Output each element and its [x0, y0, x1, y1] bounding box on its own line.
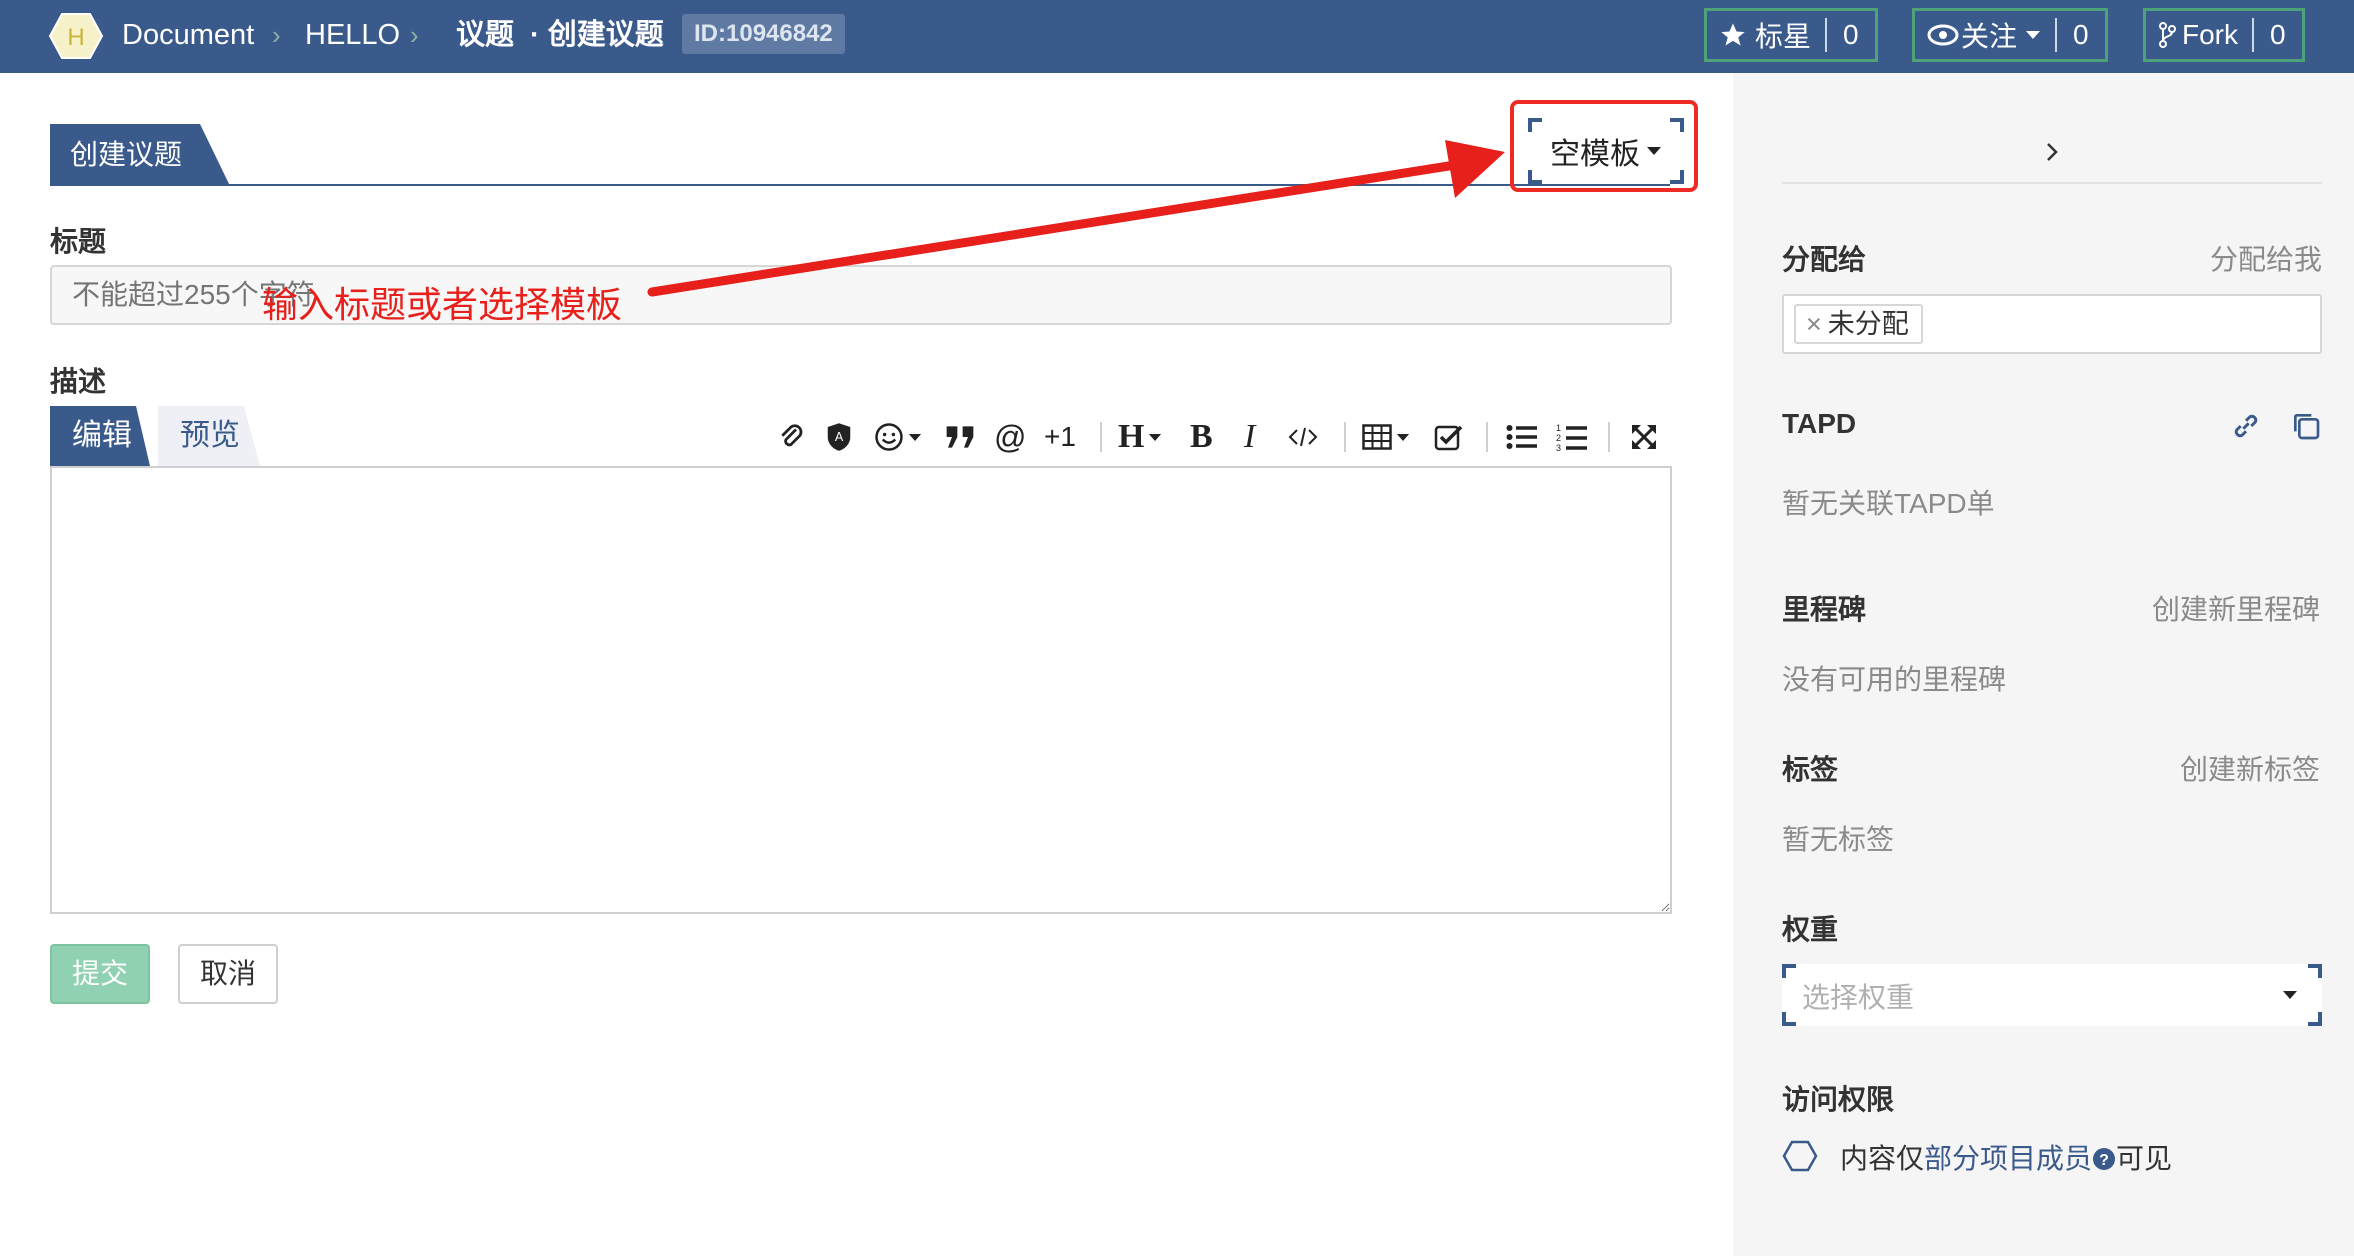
remove-tag-icon[interactable]: × [1806, 309, 1822, 339]
access-title: 访问权限 [1782, 1084, 1895, 1115]
cancel-button[interactable]: 取消 [178, 944, 278, 1004]
description-label: 描述 [50, 366, 107, 397]
create-label-link[interactable]: 创建新标签 [2180, 748, 2320, 788]
annotation-text: 输入标题或者选择模板 [262, 284, 623, 325]
mention-button[interactable]: @ [994, 416, 1026, 458]
attach-icon[interactable] [776, 416, 806, 458]
weight-placeholder: 选择权重 [1802, 982, 1915, 1013]
code-icon[interactable] [1288, 416, 1318, 458]
copy-icon[interactable] [2290, 410, 2322, 442]
emoji-icon[interactable] [874, 416, 922, 458]
fullscreen-icon[interactable] [1630, 416, 1658, 458]
table-icon[interactable] [1362, 416, 1410, 458]
help-icon[interactable]: ? [2092, 1147, 2116, 1171]
collapse-sidebar-icon[interactable] [2042, 140, 2062, 164]
labels-empty-text: 暂无标签 [1782, 824, 1895, 855]
labels-title: 标签 [1782, 754, 1839, 785]
assignee-title: 分配给 [1782, 244, 1867, 275]
assignee-tag: × 未分配 [1794, 304, 1923, 344]
toolbar-divider [1344, 422, 1346, 452]
tab-preview[interactable]: 预览 [158, 406, 260, 466]
svg-text:?: ? [2099, 1152, 2109, 1169]
submit-button[interactable]: 提交 [50, 944, 150, 1004]
heading-icon[interactable]: H [1118, 416, 1162, 458]
toolbar-divider [1608, 422, 1610, 452]
description-editor[interactable] [50, 466, 1672, 914]
numbered-list-icon[interactable]: 123 [1556, 416, 1588, 458]
shield-icon[interactable]: A [826, 416, 852, 458]
tab-edit[interactable]: 编辑 [50, 406, 150, 466]
bullet-list-icon[interactable] [1506, 416, 1538, 458]
svg-text:A: A [835, 430, 844, 444]
italic-icon[interactable]: I [1244, 416, 1255, 458]
weight-select[interactable]: 选择权重 [1782, 964, 2322, 1026]
assign-to-me-link[interactable]: 分配给我 [2210, 238, 2322, 278]
project-members-link[interactable]: 部分项目成员 [1924, 1143, 2092, 1174]
svg-text:2: 2 [1556, 433, 1561, 443]
quote-icon[interactable] [944, 416, 976, 458]
tapd-title: TAPD [1782, 408, 1857, 439]
plus-one-button[interactable]: +1 [1044, 416, 1076, 458]
milestone-title: 里程碑 [1782, 594, 1867, 625]
bold-icon[interactable]: B [1190, 416, 1213, 458]
hexagon-icon [1782, 1140, 1818, 1172]
weight-title: 权重 [1782, 914, 1839, 945]
task-checkbox-icon[interactable] [1434, 416, 1464, 458]
create-milestone-link[interactable]: 创建新里程碑 [2152, 588, 2320, 628]
tapd-empty-text: 暂无关联TAPD单 [1782, 488, 1995, 519]
svg-text:1: 1 [1556, 423, 1561, 433]
assignee-select[interactable]: × 未分配 [1782, 294, 2322, 354]
sidebar-divider [1782, 182, 2322, 184]
milestone-empty-text: 没有可用的里程碑 [1782, 664, 2007, 695]
toolbar-divider [1486, 422, 1488, 452]
svg-text:3: 3 [1556, 443, 1561, 452]
toolbar-divider [1100, 422, 1102, 452]
caret-down-icon [2283, 991, 2297, 999]
link-icon[interactable] [2230, 410, 2262, 442]
access-description: 内容仅部分项目成员? 可见 [1840, 1143, 2173, 1174]
